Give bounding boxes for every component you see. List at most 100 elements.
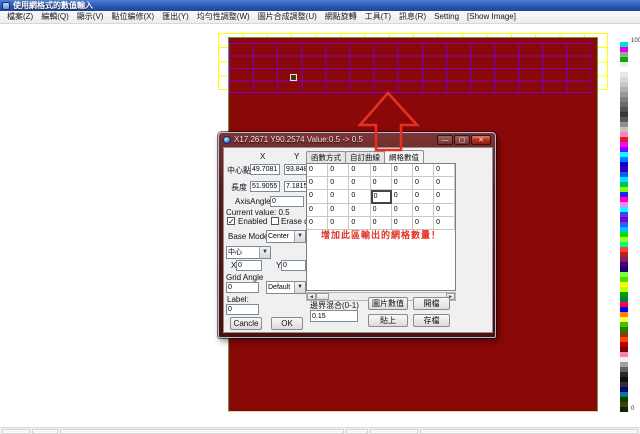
grid-value-table[interactable]: 00000000000000000000000000000000000 增加此區… xyxy=(306,163,456,291)
length-label: 長度 xyxy=(231,182,247,193)
window-title: 使用網格式的數值輸入 xyxy=(13,1,93,11)
grid-cell[interactable]: 0 xyxy=(328,164,349,177)
base-mode-label: Base Mode xyxy=(228,232,268,241)
menu-item[interactable]: 檔案(Z) xyxy=(3,11,37,23)
col-header-x: X xyxy=(260,152,265,161)
menu-item[interactable]: 點位編修(X) xyxy=(107,11,158,23)
menu-item[interactable]: 工具(T) xyxy=(361,11,395,23)
dialog-title: X17.2671 Y90.2574 Value:0.5 -> 0.5 xyxy=(234,135,434,145)
ok-button[interactable]: OK xyxy=(271,317,303,330)
menu-item[interactable]: 均勻性調整(W) xyxy=(193,11,254,23)
dialog-client-area: X Y 中心點 49.7081 93.8482 長度 51.9055 7.181… xyxy=(223,147,493,333)
enabled-label: Enabled xyxy=(238,217,267,226)
save-file-button[interactable]: 存檔 xyxy=(413,314,450,327)
grid-cell[interactable]: 0 xyxy=(392,164,413,177)
grid-angle-mode-select[interactable]: Default ▼ xyxy=(266,281,306,294)
axis-angle-label: AxisAngle xyxy=(235,197,271,206)
current-value-label: Current value: 0.5 xyxy=(226,208,290,217)
table-row: 0000000 xyxy=(307,177,455,190)
menu-item[interactable]: 匯出(Y) xyxy=(158,11,193,23)
grid-cell[interactable]: 0 xyxy=(413,204,434,217)
menu-item[interactable]: 編輯(Q) xyxy=(37,11,73,23)
app-icon xyxy=(2,2,10,10)
chevron-down-icon[interactable]: ▼ xyxy=(259,247,270,258)
label-field[interactable]: 0 xyxy=(226,304,259,315)
scroll-left-icon[interactable]: ◄ xyxy=(307,293,316,300)
window-titlebar[interactable]: 使用網格式的數值輸入 xyxy=(0,0,640,11)
label-label: Label: xyxy=(227,295,249,304)
palette-min-label: 0 xyxy=(631,406,634,412)
maximize-button[interactable]: ▢ xyxy=(454,135,470,145)
grid-cell[interactable]: 0 xyxy=(307,190,328,203)
open-file-button[interactable]: 開檔 xyxy=(413,297,450,310)
cancel-button[interactable]: Cancle xyxy=(230,317,262,330)
image-values-button[interactable]: 圖片數值 xyxy=(368,297,408,310)
grid-cell[interactable]: 0 xyxy=(371,164,392,177)
palette-color-band[interactable] xyxy=(620,407,628,412)
menu-item[interactable]: 顯示(V) xyxy=(73,11,108,23)
color-palette-strip[interactable] xyxy=(620,42,628,412)
erase-dots-checkbox[interactable] xyxy=(271,217,279,225)
grid-cell[interactable]: 0 xyxy=(392,177,413,190)
menu-item[interactable]: 網點旋轉 xyxy=(321,11,361,23)
grid-angle-label: Grid Angle xyxy=(226,273,263,282)
inner-purple-grid xyxy=(229,43,591,93)
palette-max-label: 100 xyxy=(631,38,640,44)
tab-3[interactable]: 網格數值 xyxy=(384,150,424,163)
grid-cell[interactable]: 0 xyxy=(434,164,455,177)
menu-item[interactable]: 圖片合成調整(U) xyxy=(254,11,321,23)
grid-cell[interactable]: 0 xyxy=(307,204,328,217)
grid-annotation: 增加此區輸出的網格數量！ xyxy=(307,228,455,241)
minimize-button[interactable]: — xyxy=(437,135,453,145)
menu-bar: 檔案(Z)編輯(Q)顯示(V)點位編修(X)匯出(Y)均勻性調整(W)圖片合成調… xyxy=(0,11,640,24)
grid-value-dialog[interactable]: X17.2671 Y90.2574 Value:0.5 -> 0.5 — ▢ ✕… xyxy=(218,132,496,338)
paste-button[interactable]: 貼上 xyxy=(368,314,408,327)
app-window: 使用網格式的數值輸入 檔案(Z)編輯(Q)顯示(V)點位編修(X)匯出(Y)均勻… xyxy=(0,0,640,434)
grid-cell[interactable]: 0 xyxy=(328,177,349,190)
center-x-field[interactable]: 49.7081 xyxy=(250,164,280,175)
grid-cell[interactable]: 0 xyxy=(434,204,455,217)
grid-cell[interactable]: 0 xyxy=(307,177,328,190)
selected-point-marker[interactable] xyxy=(290,74,297,81)
grid-cell[interactable]: 0 xyxy=(328,204,349,217)
center-label: 中心點 xyxy=(227,165,251,176)
blend-field[interactable]: 0.15 xyxy=(310,310,358,322)
menu-item[interactable]: 訊息(R) xyxy=(395,11,430,23)
grid-cell[interactable]: 0 xyxy=(349,190,370,203)
selected-grid-cell[interactable]: 0 xyxy=(371,190,392,203)
menu-item[interactable]: [Show Image] xyxy=(463,11,520,23)
grid-cell[interactable]: 0 xyxy=(328,190,349,203)
col-header-y: Y xyxy=(294,152,299,161)
grid-cell[interactable]: 0 xyxy=(349,177,370,190)
table-row: 0000000 xyxy=(307,164,455,177)
anchor-select[interactable]: 中心 ▼ xyxy=(226,246,271,259)
enabled-checkbox[interactable]: ✓ xyxy=(227,217,235,225)
dialog-titlebar[interactable]: X17.2671 Y90.2574 Value:0.5 -> 0.5 — ▢ ✕ xyxy=(223,134,491,146)
grid-cell[interactable]: 0 xyxy=(413,177,434,190)
close-button[interactable]: ✕ xyxy=(471,135,491,145)
grid-cell[interactable]: 0 xyxy=(349,204,370,217)
grid-cell[interactable]: 0 xyxy=(392,190,413,203)
scrollbar-thumb[interactable] xyxy=(316,293,329,300)
grid-cell[interactable]: 0 xyxy=(392,204,413,217)
grid-cell[interactable]: 0 xyxy=(413,190,434,203)
status-bar xyxy=(0,427,640,434)
grid-cell[interactable]: 0 xyxy=(371,204,392,217)
grid-cell[interactable]: 0 xyxy=(307,164,328,177)
grid-cell[interactable]: 0 xyxy=(413,164,434,177)
grid-cell[interactable]: 0 xyxy=(434,190,455,203)
grid-cell[interactable]: 0 xyxy=(434,177,455,190)
menu-item[interactable]: Setting xyxy=(430,11,463,23)
table-row: 0000000 xyxy=(307,204,455,217)
dialog-icon xyxy=(223,136,231,144)
base-mode-select[interactable]: Center ▼ xyxy=(266,230,306,243)
y-offset-field[interactable]: 0 xyxy=(281,260,306,271)
grid-angle-field[interactable]: 0 xyxy=(226,282,259,293)
grid-cell[interactable]: 0 xyxy=(371,177,392,190)
axis-angle-field[interactable]: 0 xyxy=(270,196,304,207)
length-x-field[interactable]: 51.9055 xyxy=(250,181,280,192)
x-offset-field[interactable]: 0 xyxy=(236,260,262,271)
grid-cell[interactable]: 0 xyxy=(349,164,370,177)
chevron-down-icon[interactable]: ▼ xyxy=(294,282,305,293)
chevron-down-icon[interactable]: ▼ xyxy=(294,231,305,242)
